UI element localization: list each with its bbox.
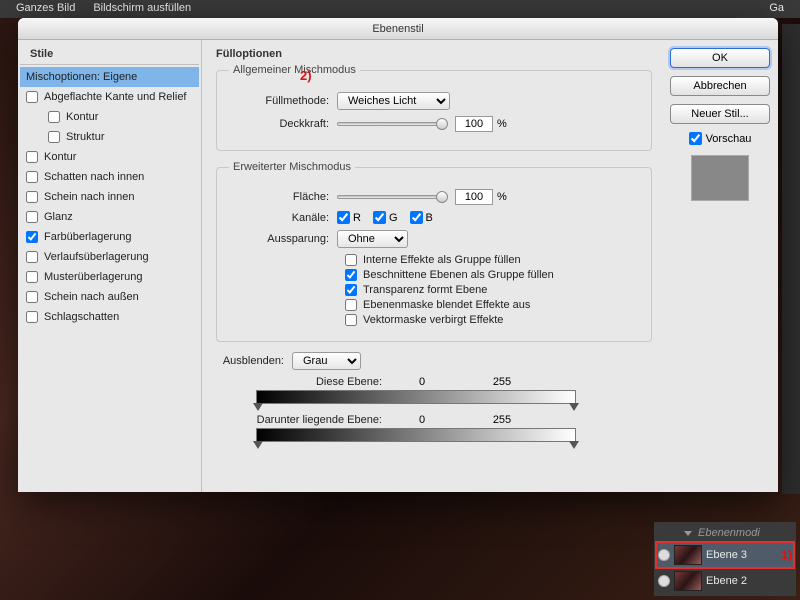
style-label: Farbüberlagerung: [44, 231, 131, 243]
menu-ganzes-bild[interactable]: Ganzes Bild: [16, 2, 75, 16]
channel-r[interactable]: R: [337, 211, 361, 224]
style-row[interactable]: Glanz: [20, 207, 199, 227]
style-label: Struktur: [66, 131, 105, 143]
annotation-2: 2): [300, 68, 312, 83]
style-label: Glanz: [44, 211, 73, 223]
style-label: Mischoptionen: Eigene: [26, 71, 137, 83]
style-label: Schein nach innen: [44, 191, 135, 203]
blend-modes-toggle[interactable]: Ebenenmodi: [656, 524, 794, 542]
style-label: Abgeflachte Kante und Relief: [44, 91, 187, 103]
underlying-layer-gradient[interactable]: [256, 428, 576, 442]
style-checkbox[interactable]: [26, 151, 38, 163]
opt-layer-mask-hides[interactable]: Ebenenmaske blendet Effekte aus: [345, 299, 639, 311]
pct-label: %: [497, 118, 507, 130]
style-checkbox[interactable]: [26, 231, 38, 243]
blend-mode-select[interactable]: Weiches Licht: [337, 92, 450, 110]
new-style-button[interactable]: Neuer Stil...: [670, 104, 770, 124]
this-layer-gradient[interactable]: [256, 390, 576, 404]
style-label: Schein nach außen: [44, 291, 139, 303]
opt-internal-effects[interactable]: Interne Effekte als Gruppe füllen: [345, 254, 639, 266]
channels-label: Kanäle:: [229, 212, 337, 224]
style-label: Kontur: [44, 151, 76, 163]
fill-options-heading: Fülloptionen: [216, 48, 652, 60]
fill-opacity-input[interactable]: [455, 189, 493, 205]
layer-thumbnail: [674, 545, 702, 565]
style-row[interactable]: Struktur: [20, 127, 199, 147]
visibility-eye-icon[interactable]: [658, 575, 670, 587]
fill-opacity-slider[interactable]: [337, 195, 447, 199]
visibility-eye-icon[interactable]: [658, 549, 670, 561]
style-checkbox[interactable]: [26, 251, 38, 263]
style-label: Kontur: [66, 111, 98, 123]
layer-row[interactable]: Ebene 3 1): [656, 542, 794, 568]
style-row[interactable]: Kontur: [20, 107, 199, 127]
layer-style-dialog: Ebenenstil Stile Mischoptionen: Eigene Ab…: [18, 18, 778, 492]
style-row[interactable]: Kontur: [20, 147, 199, 167]
advanced-blend-group: Erweiterter Mischmodus Fläche: % Kanäle:…: [216, 161, 652, 342]
dialog-buttons: OK Abbrechen Neuer Stil... Vorschau: [662, 40, 778, 492]
layer-name: Ebene 3: [706, 549, 777, 561]
style-checkbox[interactable]: [26, 91, 38, 103]
pct-label: %: [497, 191, 507, 203]
knockout-select[interactable]: Ohne: [337, 230, 408, 248]
preview-swatch: [691, 155, 749, 201]
fill-opacity-label: Fläche:: [229, 191, 337, 203]
style-checkbox[interactable]: [26, 191, 38, 203]
knockout-label: Aussparung:: [229, 233, 337, 245]
opacity-slider[interactable]: [337, 122, 447, 126]
menu-item[interactable]: Ga: [769, 2, 784, 16]
layer-row[interactable]: Ebene 2: [656, 568, 794, 594]
menu-bildschirm-ausfuellen[interactable]: Bildschirm ausfüllen: [93, 2, 191, 16]
layers-panel: Ebenenmodi Ebene 3 1) Ebene 2: [654, 522, 796, 596]
this-layer-label: Diese Ebene:: [216, 376, 382, 388]
opt-transparency-shapes[interactable]: Transparenz formt Ebene: [345, 284, 639, 296]
channel-b[interactable]: B: [410, 211, 433, 224]
style-row[interactable]: Schatten nach innen: [20, 167, 199, 187]
opacity-input[interactable]: [455, 116, 493, 132]
style-checkbox[interactable]: [26, 211, 38, 223]
preview-checkbox[interactable]: Vorschau: [670, 132, 770, 145]
style-row[interactable]: Abgeflachte Kante und Relief: [20, 87, 199, 107]
style-label: Musterüberlagerung: [44, 271, 142, 283]
layer-name: Ebene 2: [706, 575, 792, 587]
cancel-button[interactable]: Abbrechen: [670, 76, 770, 96]
style-label: Verlaufsüberlagerung: [44, 251, 149, 263]
styles-sidebar: Stile Mischoptionen: Eigene Abgeflachte K…: [18, 40, 202, 492]
style-checkbox[interactable]: [48, 131, 60, 143]
layer-thumbnail: [674, 571, 702, 591]
opt-vector-mask-hides[interactable]: Vektormaske verbirgt Effekte: [345, 314, 639, 326]
style-row[interactable]: Schein nach innen: [20, 187, 199, 207]
dialog-title: Ebenenstil: [18, 18, 778, 40]
app-topbar: Ganzes Bild Bildschirm ausfüllen Ga: [0, 0, 800, 18]
underlying-layer-label: Darunter liegende Ebene:: [216, 414, 382, 426]
styles-heading: Stile: [20, 44, 199, 65]
style-checkbox[interactable]: [26, 311, 38, 323]
annotation-1: 1): [781, 548, 792, 562]
style-checkbox[interactable]: [48, 111, 60, 123]
style-row[interactable]: Musterüberlagerung: [20, 267, 199, 287]
style-checkbox[interactable]: [26, 271, 38, 283]
style-row[interactable]: Verlaufsüberlagerung: [20, 247, 199, 267]
channel-g[interactable]: G: [373, 211, 398, 224]
options-panel: Fülloptionen 2) Allgemeiner Mischmodus F…: [202, 40, 662, 492]
general-blend-group: Allgemeiner Mischmodus Füllmethode: Weic…: [216, 64, 652, 151]
style-row[interactable]: Mischoptionen: Eigene: [20, 67, 199, 87]
advanced-blend-legend: Erweiterter Mischmodus: [229, 161, 355, 173]
style-row[interactable]: Farbüberlagerung: [20, 227, 199, 247]
opacity-label: Deckkraft:: [229, 118, 337, 130]
blend-if-select[interactable]: Grau: [292, 352, 361, 370]
opt-clipped-layers[interactable]: Beschnittene Ebenen als Gruppe füllen: [345, 269, 639, 281]
style-row[interactable]: Schlagschatten: [20, 307, 199, 327]
style-row[interactable]: Schein nach außen: [20, 287, 199, 307]
style-checkbox[interactable]: [26, 171, 38, 183]
style-checkbox[interactable]: [26, 291, 38, 303]
style-label: Schlagschatten: [44, 311, 119, 323]
ok-button[interactable]: OK: [670, 48, 770, 68]
blend-if-label: Ausblenden:: [216, 355, 292, 367]
general-blend-legend: Allgemeiner Mischmodus: [229, 64, 360, 76]
blend-mode-label: Füllmethode:: [229, 95, 337, 107]
style-label: Schatten nach innen: [44, 171, 144, 183]
